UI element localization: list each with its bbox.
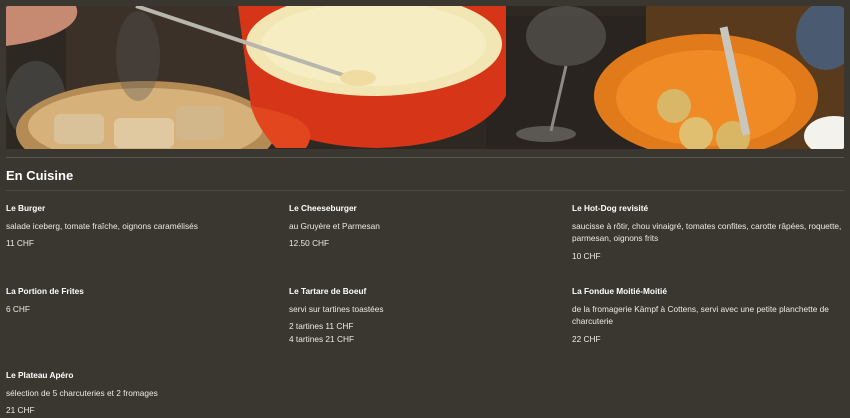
section-title: En Cuisine — [6, 168, 74, 183]
menu-item-price: 21 CHF — [6, 405, 35, 415]
menu-item-price: 10 CHF — [572, 250, 601, 261]
menu-item-description: au Gruyère et Parmesan — [289, 220, 380, 231]
menu-item-price: 12.50 CHF — [289, 238, 330, 248]
menu-item-name: Le Tartare de Boeuf — [289, 286, 367, 296]
menu-item-burger: Le Burger salade iceberg, tomate fraîche… — [6, 202, 276, 250]
menu-item-description: sélection de 5 charcuteries et 2 fromage… — [6, 387, 158, 398]
menu-item-name: Le Hot-Dog revisité — [572, 203, 649, 213]
menu-item-description: salade iceberg, tomate fraîche, oignons … — [6, 220, 198, 231]
menu-item-price: 2 tartines 11 CHF — [289, 321, 354, 331]
fondue-photo — [6, 6, 844, 149]
menu-item-tartare: Le Tartare de Boeuf servi sur tartines t… — [289, 285, 559, 345]
menu-item-price: 6 CHF — [6, 303, 30, 314]
menu-item-description: saucisse à rôtir, chou vinaigré, tomates… — [572, 220, 842, 244]
menu-item-cheeseburger: Le Cheeseburger au Gruyère et Parmesan 1… — [289, 202, 559, 250]
menu-item-fondue: La Fondue Moitié-Moitié de la fromagerie… — [572, 285, 842, 345]
menu-item-hotdog: Le Hot-Dog revisité saucisse à rôtir, ch… — [572, 202, 842, 262]
menu-item-name: La Portion de Frites — [6, 286, 84, 296]
hero-divider — [6, 157, 844, 158]
menu-item-description: servi sur tartines toastées — [289, 303, 384, 314]
menu-item-name: Le Cheeseburger — [289, 203, 357, 213]
menu-item-name: Le Plateau Apéro — [6, 370, 74, 380]
menu-item-name: Le Burger — [6, 203, 46, 213]
menu-item-price: 4 tartines 21 CHF — [289, 333, 355, 344]
hero-image — [6, 6, 844, 149]
menu-item-price: 22 CHF — [572, 333, 601, 344]
menu-item-description: de la fromagerie Kämpf à Cottens, servi … — [572, 303, 829, 327]
menu-item-plateau: Le Plateau Apéro sélection de 5 charcute… — [6, 369, 276, 417]
menu-item-price: 11 CHF — [6, 238, 34, 248]
section-divider — [6, 190, 844, 191]
menu-item-frites: La Portion de Frites 6 CHF — [6, 285, 276, 315]
menu-item-name: La Fondue Moitié-Moitié — [572, 286, 667, 296]
